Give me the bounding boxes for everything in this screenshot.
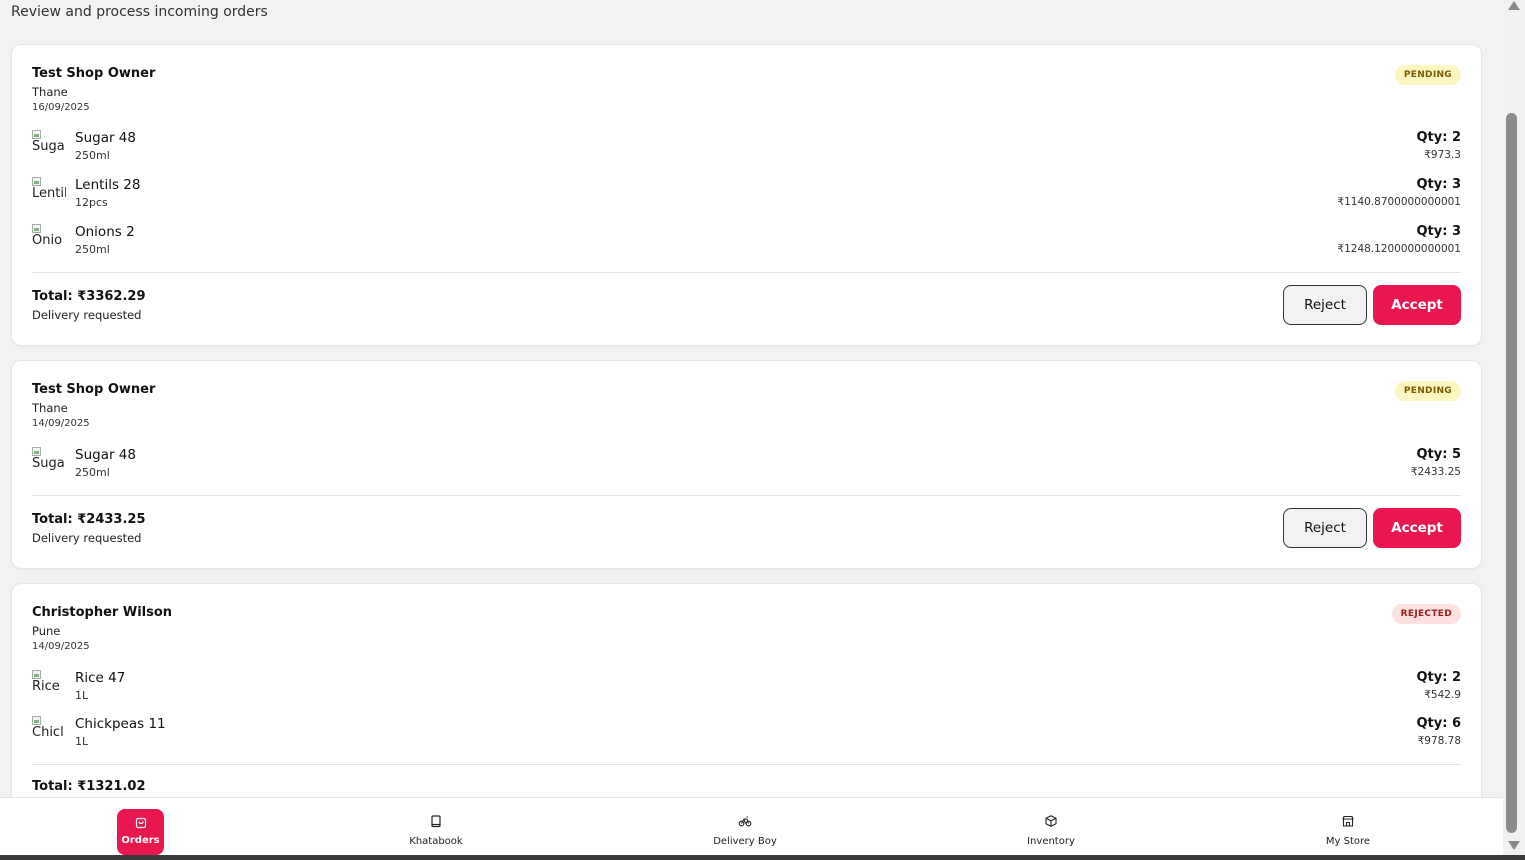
- order-date: 14/09/2025: [32, 641, 90, 652]
- nav-item-delivery-boy[interactable]: Delivery Boy: [695, 808, 795, 854]
- order-total: Total: ₹1321.02: [32, 779, 146, 794]
- order-card: Christopher Wilson Pune 14/09/2025 REJEC…: [11, 583, 1482, 797]
- box-icon: [1045, 815, 1057, 827]
- customer-city: Thane: [32, 85, 68, 99]
- nav-item-khatabook[interactable]: Khatabook: [386, 808, 486, 854]
- store-icon: [1342, 815, 1354, 827]
- product-unit: 250ml: [75, 243, 110, 256]
- nav-label: Khatabook: [409, 836, 463, 847]
- order-total: Total: ₹3362.29: [32, 289, 146, 304]
- list-item: Onio Onions 2 250ml Qty: 3 ₹1248.1200000…: [32, 224, 1461, 264]
- bottom-nav: Orders Khatabook Delivery Boy Inventory …: [0, 797, 1503, 855]
- list-item: Chicl Chickpeas 11 1L Qty: 6 ₹978.78: [32, 716, 1461, 756]
- nav-item-orders[interactable]: Orders: [117, 809, 164, 855]
- product-price: ₹1248.1200000000001: [1337, 243, 1461, 255]
- scroll-down-arrow-icon[interactable]: [1508, 841, 1520, 850]
- product-qty: Qty: 5: [1416, 447, 1461, 462]
- customer-city: Thane: [32, 401, 68, 415]
- product-qty: Qty: 2: [1416, 130, 1461, 145]
- product-price: ₹2433.25: [1410, 466, 1461, 478]
- customer-name: Test Shop Owner: [32, 382, 156, 397]
- product-name: Rice 47: [75, 670, 126, 686]
- bike-icon: [738, 816, 752, 827]
- scroll-thumb[interactable]: [1506, 113, 1517, 833]
- list-item: Suga Sugar 48 250ml Qty: 5 ₹2433.25: [32, 447, 1461, 487]
- list-item: Lentil Lentils 28 12pcs Qty: 3 ₹1140.870…: [32, 177, 1461, 217]
- nav-label: My Store: [1325, 836, 1371, 847]
- customer-city: Pune: [32, 624, 61, 638]
- status-badge: REJECTED: [1391, 604, 1461, 624]
- product-unit: 1L: [75, 735, 89, 748]
- product-unit: 12pcs: [75, 196, 108, 209]
- product-image: Suga: [32, 130, 66, 164]
- delivery-status: Delivery requested: [32, 531, 142, 545]
- product-image: Onio: [32, 224, 66, 258]
- product-qty: Qty: 3: [1416, 224, 1461, 239]
- product-name: Lentils 28: [75, 177, 141, 193]
- divider: [32, 764, 1461, 765]
- order-card: Test Shop Owner Thane 16/09/2025 PENDING…: [11, 44, 1482, 346]
- image-alt-text: Chicl: [32, 725, 64, 740]
- product-price: ₹973.3: [1424, 149, 1461, 161]
- customer-name: Test Shop Owner: [32, 66, 156, 81]
- product-qty: Qty: 3: [1416, 177, 1461, 192]
- order-date: 14/09/2025: [32, 418, 90, 429]
- nav-item-inventory[interactable]: Inventory: [1001, 808, 1101, 854]
- image-alt-text: Lentil: [32, 186, 66, 201]
- order-total: Total: ₹2433.25: [32, 512, 146, 527]
- nav-label: Orders: [121, 835, 160, 846]
- bag-icon: [135, 817, 146, 829]
- reject-button[interactable]: Reject: [1283, 285, 1367, 325]
- broken-image-icon: [32, 447, 41, 456]
- nav-label: Delivery Boy: [713, 836, 777, 847]
- order-date: 16/09/2025: [32, 102, 90, 113]
- accept-button[interactable]: Accept: [1373, 285, 1461, 325]
- image-alt-text: Suga: [32, 456, 65, 471]
- divider: [32, 495, 1461, 496]
- image-alt-text: Onio: [32, 233, 63, 248]
- window-bottom-edge: [0, 855, 1525, 860]
- product-price: ₹542.9: [1424, 689, 1461, 701]
- list-item: Rice Rice 47 1L Qty: 2 ₹542.9: [32, 670, 1461, 710]
- scroll-up-arrow-icon[interactable]: [1508, 1, 1520, 10]
- vertical-scrollbar[interactable]: [1503, 0, 1525, 855]
- image-alt-text: Suga: [32, 139, 65, 154]
- broken-image-icon: [32, 130, 41, 139]
- nav-item-my-store[interactable]: My Store: [1298, 808, 1398, 854]
- divider: [32, 272, 1461, 273]
- product-image: Suga: [32, 447, 66, 481]
- product-price: ₹1140.8700000000001: [1337, 196, 1461, 208]
- customer-name: Christopher Wilson: [32, 605, 173, 620]
- product-name: Sugar 48: [75, 447, 136, 463]
- page-subtitle: Review and process incoming orders: [11, 4, 268, 20]
- reject-button[interactable]: Reject: [1283, 508, 1367, 548]
- broken-image-icon: [32, 670, 41, 679]
- accept-button[interactable]: Accept: [1373, 508, 1461, 548]
- product-image: Lentil: [32, 177, 66, 211]
- product-name: Sugar 48: [75, 130, 136, 146]
- product-name: Onions 2: [75, 224, 135, 240]
- image-alt-text: Rice: [32, 679, 60, 694]
- product-name: Chickpeas 11: [75, 716, 166, 732]
- nav-label: Inventory: [1027, 836, 1075, 847]
- status-badge: PENDING: [1394, 381, 1461, 401]
- broken-image-icon: [32, 716, 41, 725]
- product-image: Chicl: [32, 716, 66, 750]
- product-qty: Qty: 6: [1416, 716, 1461, 731]
- product-unit: 250ml: [75, 466, 110, 479]
- product-unit: 1L: [75, 689, 89, 702]
- product-qty: Qty: 2: [1416, 670, 1461, 685]
- delivery-status: Delivery requested: [32, 308, 142, 322]
- orders-page: Review and process incoming orders Test …: [0, 0, 1503, 797]
- product-price: ₹978.78: [1417, 735, 1461, 747]
- order-card: Test Shop Owner Thane 14/09/2025 PENDING…: [11, 360, 1482, 569]
- book-icon: [431, 815, 441, 828]
- product-image: Rice: [32, 670, 66, 704]
- broken-image-icon: [32, 224, 41, 233]
- product-unit: 250ml: [75, 149, 110, 162]
- list-item: Suga Sugar 48 250ml Qty: 2 ₹973.3: [32, 130, 1461, 170]
- broken-image-icon: [32, 177, 41, 186]
- status-badge: PENDING: [1394, 65, 1461, 85]
